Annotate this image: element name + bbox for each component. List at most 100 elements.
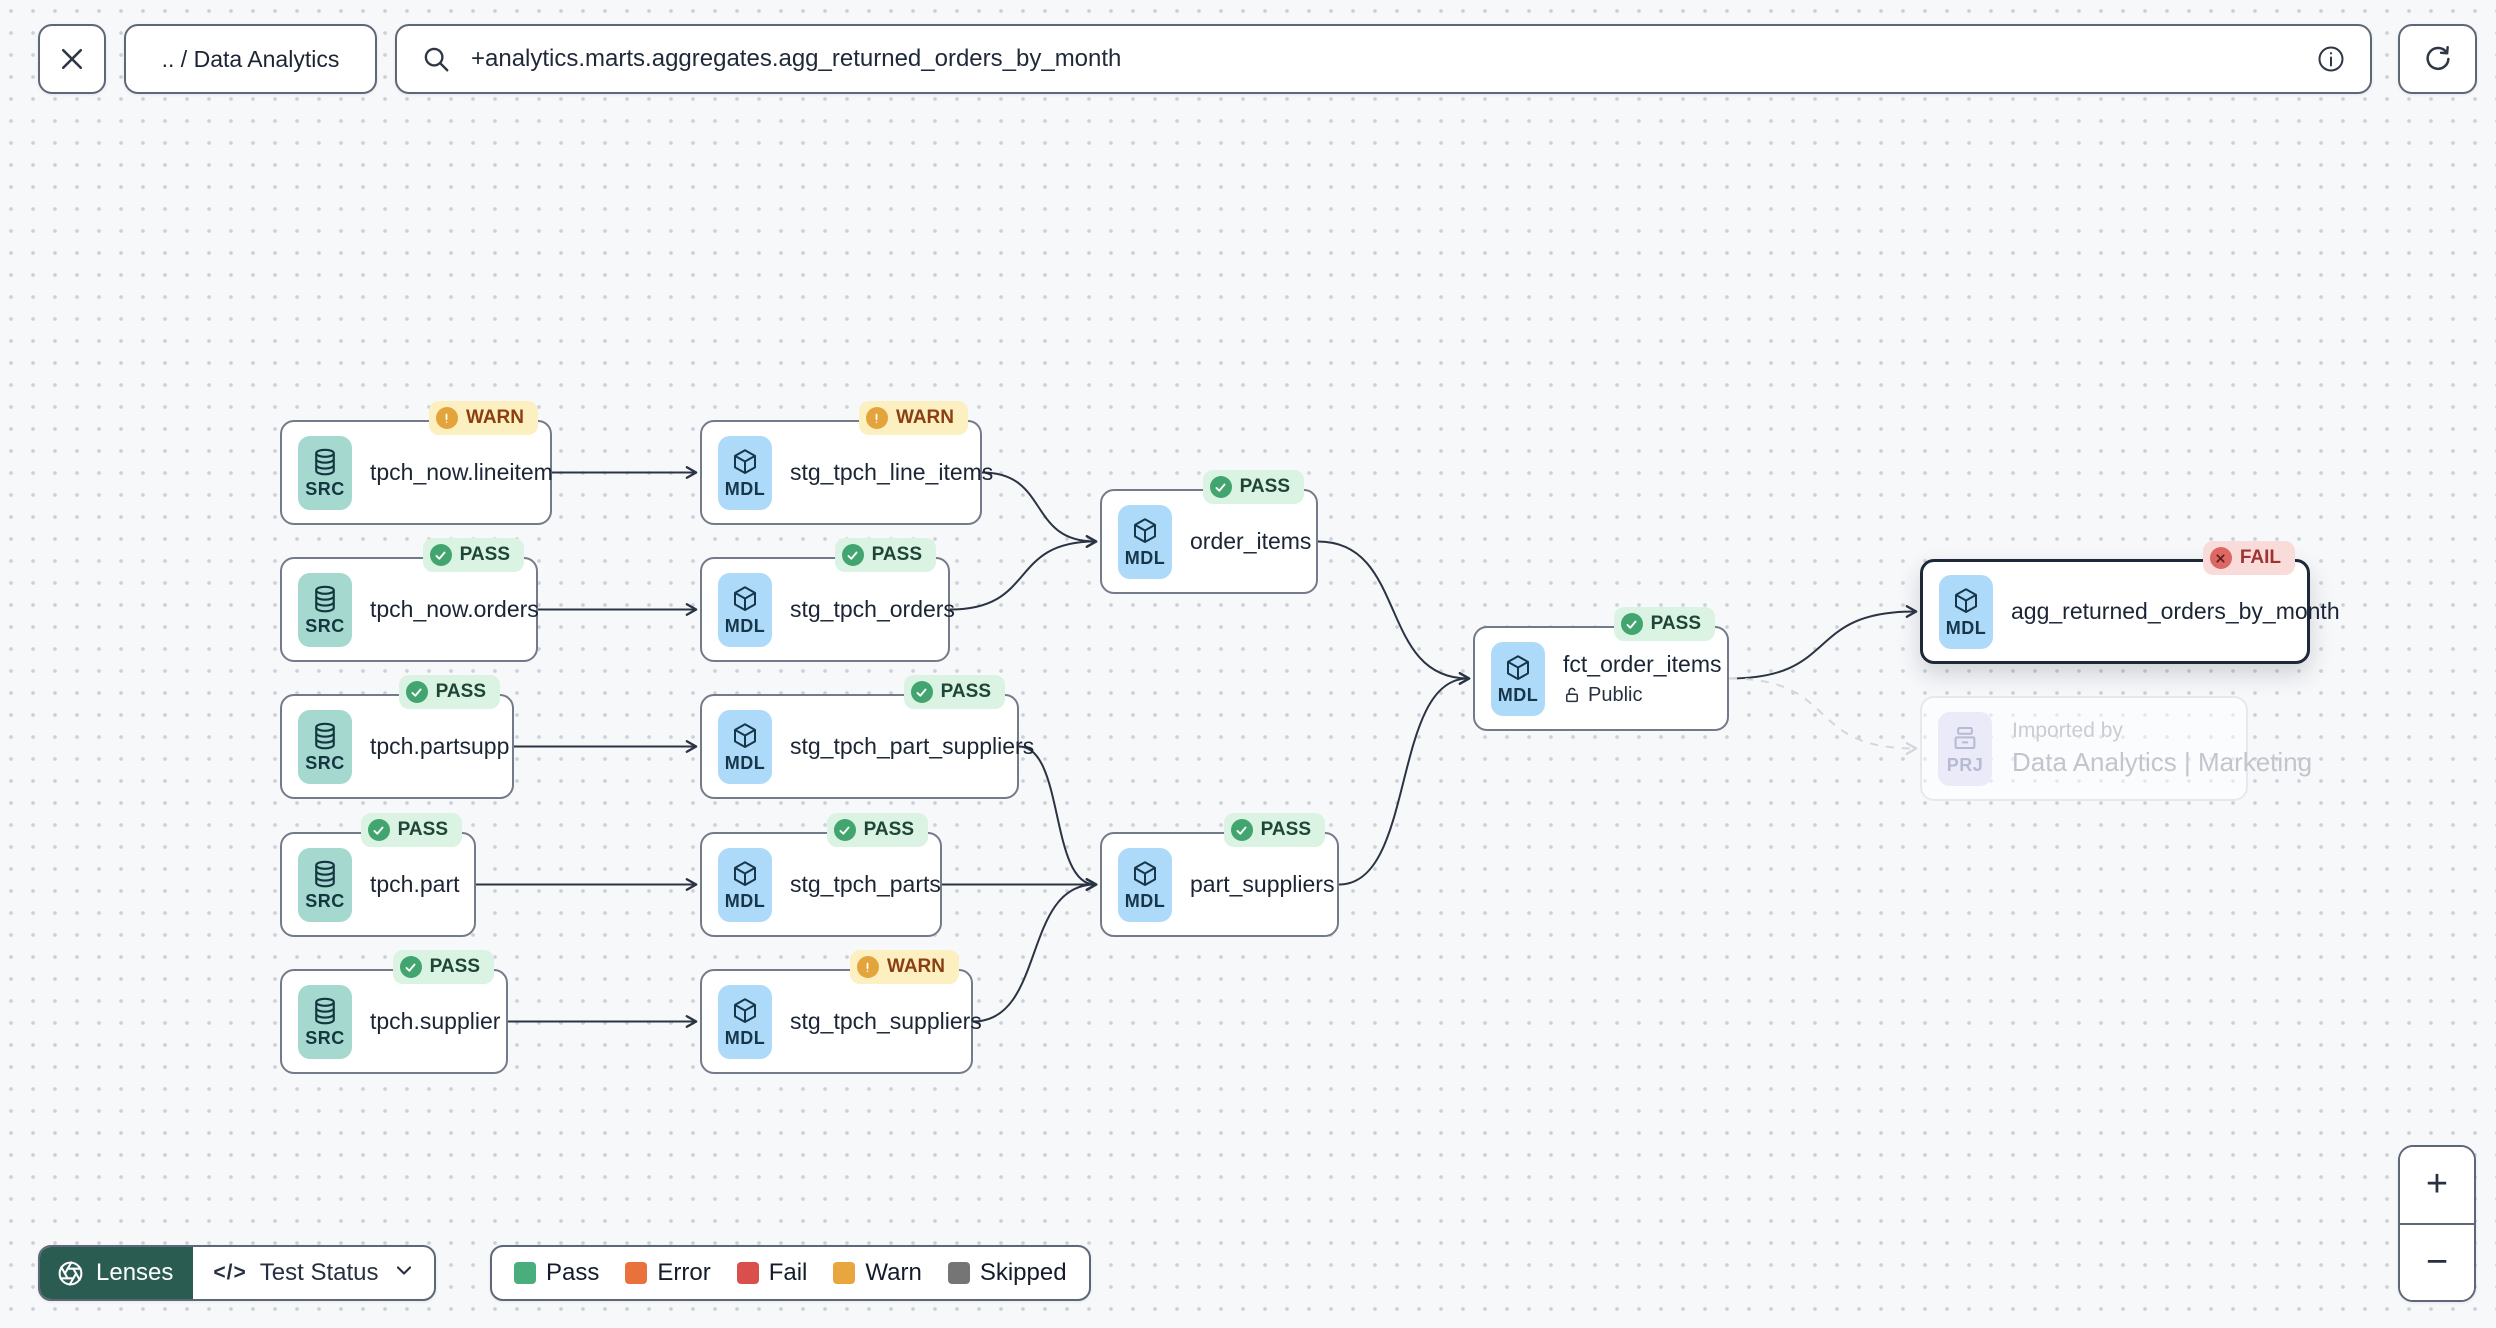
cube-icon [730,859,760,889]
status-badge-pass: PASS [422,538,524,572]
kind-label: SRC [305,891,345,911]
graph-node-stg_tpch_orders[interactable]: MDL stg_tpch_orders PASS [700,538,955,662]
zoom-out-button[interactable]: − [2400,1224,2474,1300]
model-icon: MDL [718,435,772,510]
kind-label: SRC [305,1028,345,1048]
cube-icon [730,584,760,614]
edge-stg_tpch_part_suppliers-to-part_suppliers [1018,745,1098,891]
status-badge-pass: PASS [360,813,462,847]
graph-node-agg_returned_orders_by_month[interactable]: MDL agg_returned_orders_by_month FAIL [1920,541,2340,664]
lock-open-icon [1563,686,1581,704]
database-icon [310,447,340,477]
status-dot-icon [367,819,390,841]
node-label: stg_tpch_suppliers [790,1008,982,1034]
node-label: tpch.supplier [370,1008,501,1034]
node-label: tpch_now.orders [370,596,539,622]
close-icon [61,48,83,70]
status-dot-icon [2209,547,2232,569]
graph-node-stg_tpch_parts[interactable]: MDL stg_tpch_parts PASS [700,813,942,937]
lens-selector-label: Test Status [259,1259,379,1286]
legend-item-pass: Pass [514,1259,599,1287]
lens-selector-dropdown[interactable]: </> Test Status [193,1247,433,1299]
edge-fct_order_items-to-imported_by [1728,677,1918,755]
search-input[interactable] [469,44,2298,74]
edge-fct_order_items-to-agg_returned_orders_by_month [1728,605,1918,680]
search-bar[interactable] [395,24,2372,94]
status-dot-icon [405,681,428,703]
status-badge-warn: WARN [858,401,968,435]
breadcrumb[interactable]: .. / Data Analytics [124,24,377,94]
graph-node-stg_tpch_suppliers[interactable]: MDL stg_tpch_suppliers WARN [700,950,982,1074]
status-dot-icon [910,681,933,703]
kind-label: MDL [1124,891,1166,911]
breadcrumb-label: .. / Data Analytics [161,45,340,72]
lenses-button[interactable]: Lenses [40,1247,194,1299]
test-status-legend: Pass Error Fail Warn Skipped [490,1245,1091,1301]
cube-icon [730,721,760,751]
graph-node-part_suppliers[interactable]: MDL part_suppliers PASS [1100,813,1339,937]
lens-control: Lenses </> Test Status [38,1245,436,1301]
refresh-button[interactable] [2398,24,2477,94]
status-dot-icon [1620,613,1643,635]
kind-label: MDL [724,616,766,636]
imported-by-label: Imported by [2012,719,2123,742]
legend-swatch-icon [833,1262,856,1284]
edge-layer [476,466,1918,1028]
node-label: tpch_now.lineitem [370,459,553,485]
legend-item-skipped: Skipped [947,1259,1067,1287]
graph-node-fct_order_items[interactable]: MDL fct_order_items Public PASS [1473,607,1729,731]
graph-node-stg_tpch_part_suppliers[interactable]: MDL stg_tpch_part_suppliers PASS [700,675,1034,799]
kind-label: SRC [305,616,345,636]
status-badge-pass: PASS [1613,607,1715,641]
status-badge-pass: PASS [392,950,494,984]
close-button[interactable] [38,24,106,94]
graph-node-tpch_part[interactable]: SRC tpch.part PASS [280,813,476,937]
legend-label: Fail [768,1259,808,1286]
graph-node-order_items[interactable]: MDL order_items PASS [1100,470,1318,594]
kind-label: SRC [305,753,345,773]
edge-stg_tpch_line_items-to-order_items [981,471,1098,548]
graph-node-tpch_now_orders[interactable]: SRC tpch_now.orders PASS [280,538,539,662]
node-label: agg_returned_orders_by_month [2011,598,2340,624]
model-icon: MDL [718,572,772,647]
status-dot-icon [1209,476,1232,498]
status-dot-icon [429,544,452,566]
zoom-controls: + − [2398,1145,2476,1302]
legend-swatch-icon [736,1262,759,1284]
node-label: stg_tpch_part_suppliers [790,733,1035,759]
status-dot-icon [833,819,856,841]
kind-label: PRJ [1946,755,1984,775]
graph-node-tpch_now_lineitem[interactable]: SRC tpch_now.lineitem WARN [280,401,553,525]
model-icon: MDL [1491,641,1545,716]
cube-icon [730,447,760,477]
cube-icon [1503,653,1533,683]
refresh-icon [2425,45,2450,71]
legend-swatch-icon [947,1262,970,1284]
status-badge-pass: PASS [1223,813,1325,847]
cube-icon [1130,859,1160,889]
status-badge-pass: PASS [826,813,928,847]
ghost-node-imported_by[interactable]: PRJ Imported by Data Analytics | Marketing [1920,696,2312,801]
source-icon: SRC [298,435,352,510]
kind-label: MDL [1497,685,1539,705]
model-icon: MDL [1118,504,1172,579]
graph-node-tpch_partsupp[interactable]: SRC tpch.partsupp PASS [280,675,514,799]
legend-item-fail: Fail [736,1259,808,1287]
node-label: tpch.partsupp [370,733,510,759]
zoom-in-button[interactable]: + [2400,1147,2474,1223]
model-icon: MDL [718,847,772,922]
graph-node-tpch_supplier[interactable]: SRC tpch.supplier PASS [280,950,508,1074]
imported-project-label: Data Analytics | Marketing [2012,747,2313,777]
info-icon[interactable] [2316,44,2346,74]
graph-node-stg_tpch_line_items[interactable]: MDL stg_tpch_line_items WARN [700,401,993,525]
legend-label: Skipped [979,1259,1067,1286]
node-label: order_items [1190,528,1312,554]
source-icon: SRC [298,709,352,784]
status-dot-icon [399,956,422,978]
lineage-canvas[interactable]: SRC tpch_now.lineitem WARN MDL stg_tpch_line… [0,0,2496,1328]
cube-icon [1951,586,1981,616]
source-icon: SRC [298,984,352,1059]
kind-label: MDL [1945,618,1987,638]
legend-item-warn: Warn [833,1259,922,1287]
model-icon: MDL [718,709,772,784]
